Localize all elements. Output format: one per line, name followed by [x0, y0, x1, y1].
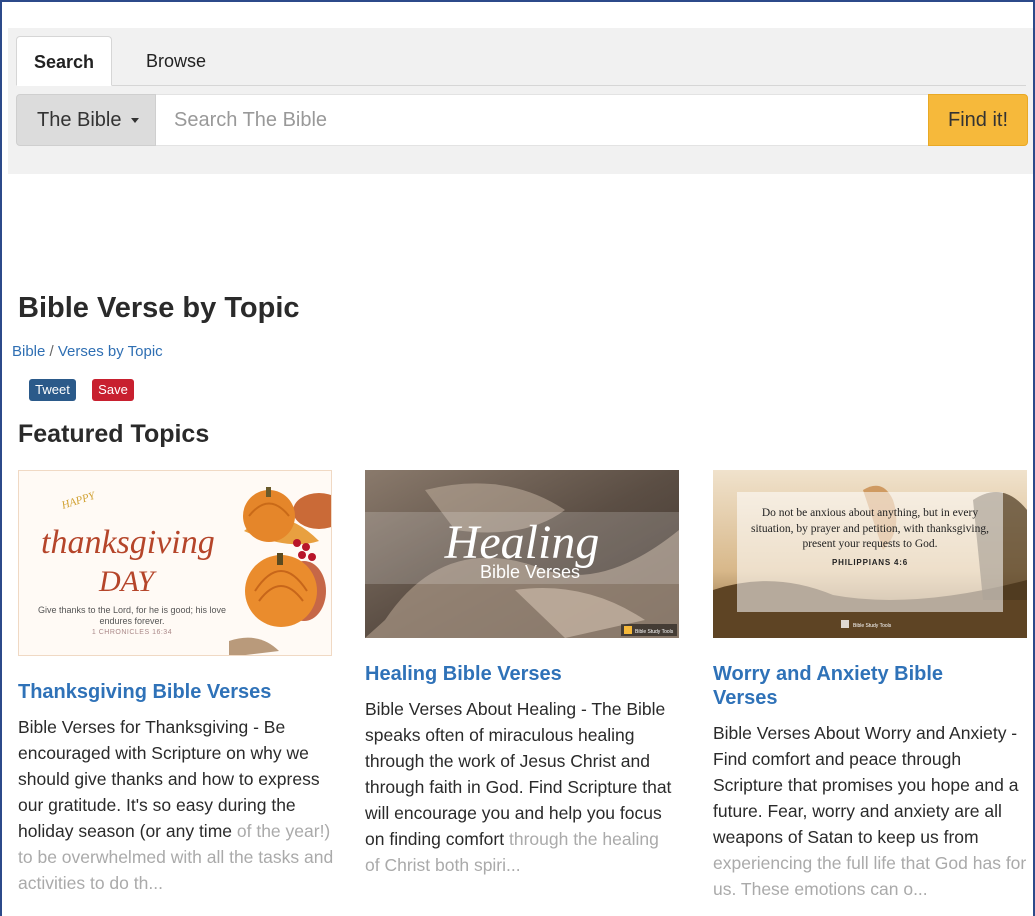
- breadcrumb: Bible / Verses by Topic: [12, 343, 163, 360]
- search-panel: Search Browse The Bible Find it!: [8, 28, 1033, 174]
- card-image-text: Do not be anxious about anything, but in…: [751, 507, 989, 550]
- card-image-text: Bible Study Tools: [853, 623, 892, 629]
- thanksgiving-image[interactable]: HAPPY thanksgiving DAY Give thanks to th…: [18, 470, 332, 656]
- breadcrumb-separator: /: [49, 343, 54, 360]
- scope-label: The Bible: [37, 109, 122, 131]
- topic-title-link[interactable]: Worry and Anxiety Bible Verses: [713, 662, 1013, 710]
- topic-title-link[interactable]: Healing Bible Verses: [365, 662, 562, 686]
- card-image-text: PHILIPPIANS 4:6: [831, 557, 908, 567]
- tab-browse[interactable]: Browse: [128, 36, 224, 86]
- topic-description-text: Bible Verses About Worry and Anxiety - F…: [713, 723, 1019, 847]
- topic-description: Bible Verses About Worry and Anxiety - F…: [713, 720, 1027, 902]
- search-tabs: Search Browse: [16, 36, 1026, 86]
- topic-description-faded: experiencing the full life that God has …: [713, 853, 1027, 899]
- topic-description-text: Bible Verses About Healing - The Bible s…: [365, 699, 672, 849]
- card-image-text: Bible Study Tools: [635, 629, 674, 635]
- topic-description: Bible Verses About Healing - The Bible s…: [365, 696, 677, 878]
- tweet-button[interactable]: Tweet: [29, 379, 76, 401]
- card-image-text: Give thanks to the Lord, for he is good;…: [37, 605, 227, 626]
- worry-anxiety-image[interactable]: Do not be anxious about anything, but in…: [713, 470, 1027, 638]
- search-bar: The Bible Find it!: [16, 94, 1028, 146]
- breadcrumb-current-link[interactable]: Verses by Topic: [58, 343, 163, 360]
- tab-search[interactable]: Search: [16, 36, 112, 86]
- healing-image[interactable]: Healing Bible Verses Bible Study Tools: [365, 470, 679, 638]
- thanksgiving-illustration: HAPPY thanksgiving DAY Give thanks to th…: [19, 471, 331, 655]
- card-image-text: 1 CHRONICLES 16:34: [91, 629, 173, 636]
- scope-dropdown[interactable]: The Bible: [16, 94, 156, 146]
- page-title: Bible Verse by Topic: [18, 292, 300, 324]
- find-button[interactable]: Find it!: [928, 94, 1028, 146]
- chevron-down-icon: [131, 118, 140, 124]
- save-button[interactable]: Save: [92, 379, 134, 401]
- card-image-text: thanksgiving: [41, 524, 215, 561]
- healing-illustration: Healing Bible Verses Bible Study Tools: [365, 470, 679, 638]
- breadcrumb-bible-link[interactable]: Bible: [12, 343, 45, 360]
- worry-anxiety-illustration: Do not be anxious about anything, but in…: [713, 470, 1027, 638]
- card-image-text: Bible Verses: [480, 562, 580, 582]
- topic-title-link[interactable]: Thanksgiving Bible Verses: [18, 680, 271, 704]
- card-image-text: DAY: [98, 565, 157, 598]
- topic-description: Bible Verses for Thanksgiving - Be encou…: [18, 714, 334, 896]
- section-title: Featured Topics: [18, 420, 210, 448]
- search-input[interactable]: [156, 94, 928, 146]
